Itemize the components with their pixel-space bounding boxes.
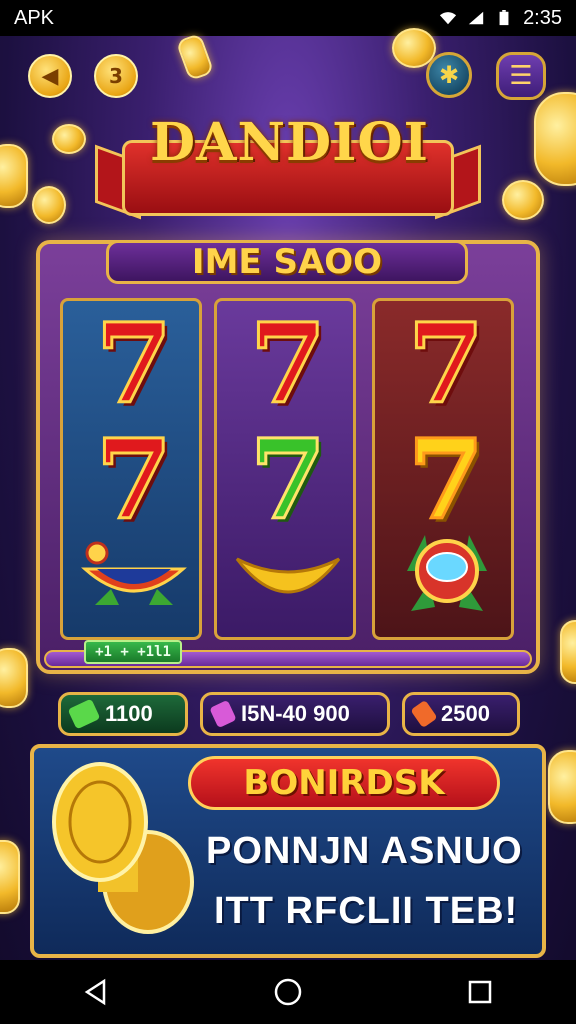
floating-coin [548, 750, 576, 824]
bet-counter[interactable]: 2500 [402, 692, 520, 736]
battery-icon [499, 10, 509, 26]
cash-icon [67, 698, 101, 730]
floating-coin [0, 648, 28, 708]
wifi-icon [439, 12, 457, 25]
seven-symbol-red: 7 [248, 299, 328, 428]
status-app-label: APK [14, 6, 55, 29]
floating-coin [0, 840, 20, 914]
circle-home-icon [274, 978, 302, 1006]
floating-coin [0, 144, 28, 208]
bonus-ribbon: BONIRDSK [188, 756, 500, 810]
seven-symbol-yellow: 7 [406, 415, 486, 544]
bonus-ribbon-label: BONIRDSK [243, 763, 445, 803]
floating-coin [502, 180, 544, 220]
coin-counter-button[interactable]: 3 [94, 54, 138, 98]
bonus-star-button[interactable]: ✱ [426, 52, 472, 98]
machine-header-label: IME SAOO [191, 242, 383, 282]
floating-coin [52, 124, 86, 154]
cash-value: 1100 [105, 701, 153, 726]
signal-icon [468, 11, 484, 25]
rocket-icon [410, 699, 438, 729]
reel-3: 7 7 [372, 298, 514, 640]
status-bar: APK 2:35 [0, 0, 576, 36]
coin-count: 3 [109, 64, 123, 88]
bonus-text-line-2: ITT RFCLII TEB! [214, 890, 519, 932]
nav-back-button[interactable] [72, 968, 120, 1016]
bonus-text-line-1: PONNJN ASNUO [206, 830, 523, 872]
boat-symbol-icon [81, 541, 187, 605]
reel-1: 7 7 [60, 298, 202, 640]
gem-symbol-icon [407, 535, 487, 611]
seven-symbol-green: 7 [248, 415, 328, 544]
status-time: 2:35 [523, 6, 562, 29]
back-button[interactable]: ◀ [28, 54, 72, 98]
status-icons: 2:35 [439, 7, 562, 30]
star-icon: ✱ [438, 61, 460, 89]
bet-value: 2500 [441, 701, 490, 726]
speaker-icon: ◀ [41, 63, 59, 89]
game-title: DANDIOI [150, 112, 430, 173]
seven-symbol-red: 7 [94, 299, 174, 428]
seven-symbol-red: 7 [94, 415, 174, 544]
reel-2: 7 7 [214, 298, 356, 640]
square-recents-icon [468, 980, 492, 1004]
score-counter[interactable]: I5N-40 900 [200, 692, 390, 736]
score-value: I5N-40 900 [241, 701, 350, 726]
system-nav-bar [0, 960, 576, 1024]
ticket-icon [209, 699, 237, 729]
machine-header: IME SAOO [106, 240, 468, 284]
floating-coin [560, 620, 576, 684]
hamburger-icon: ☰ [509, 61, 533, 91]
big-coin-icon [52, 762, 194, 934]
floating-coin [32, 186, 66, 224]
triangle-back-icon [84, 978, 106, 1006]
gold-boat-symbol-icon [235, 557, 341, 594]
nav-recents-button[interactable] [456, 968, 504, 1016]
menu-button[interactable]: ☰ [496, 52, 546, 100]
win-line-tag: +1 + +1l1 [84, 640, 182, 664]
cash-counter[interactable]: 1100 [58, 692, 188, 736]
floating-coin [175, 32, 215, 82]
floating-coin [534, 92, 576, 186]
nav-home-button[interactable] [264, 968, 312, 1016]
seven-symbol-red: 7 [406, 299, 486, 428]
